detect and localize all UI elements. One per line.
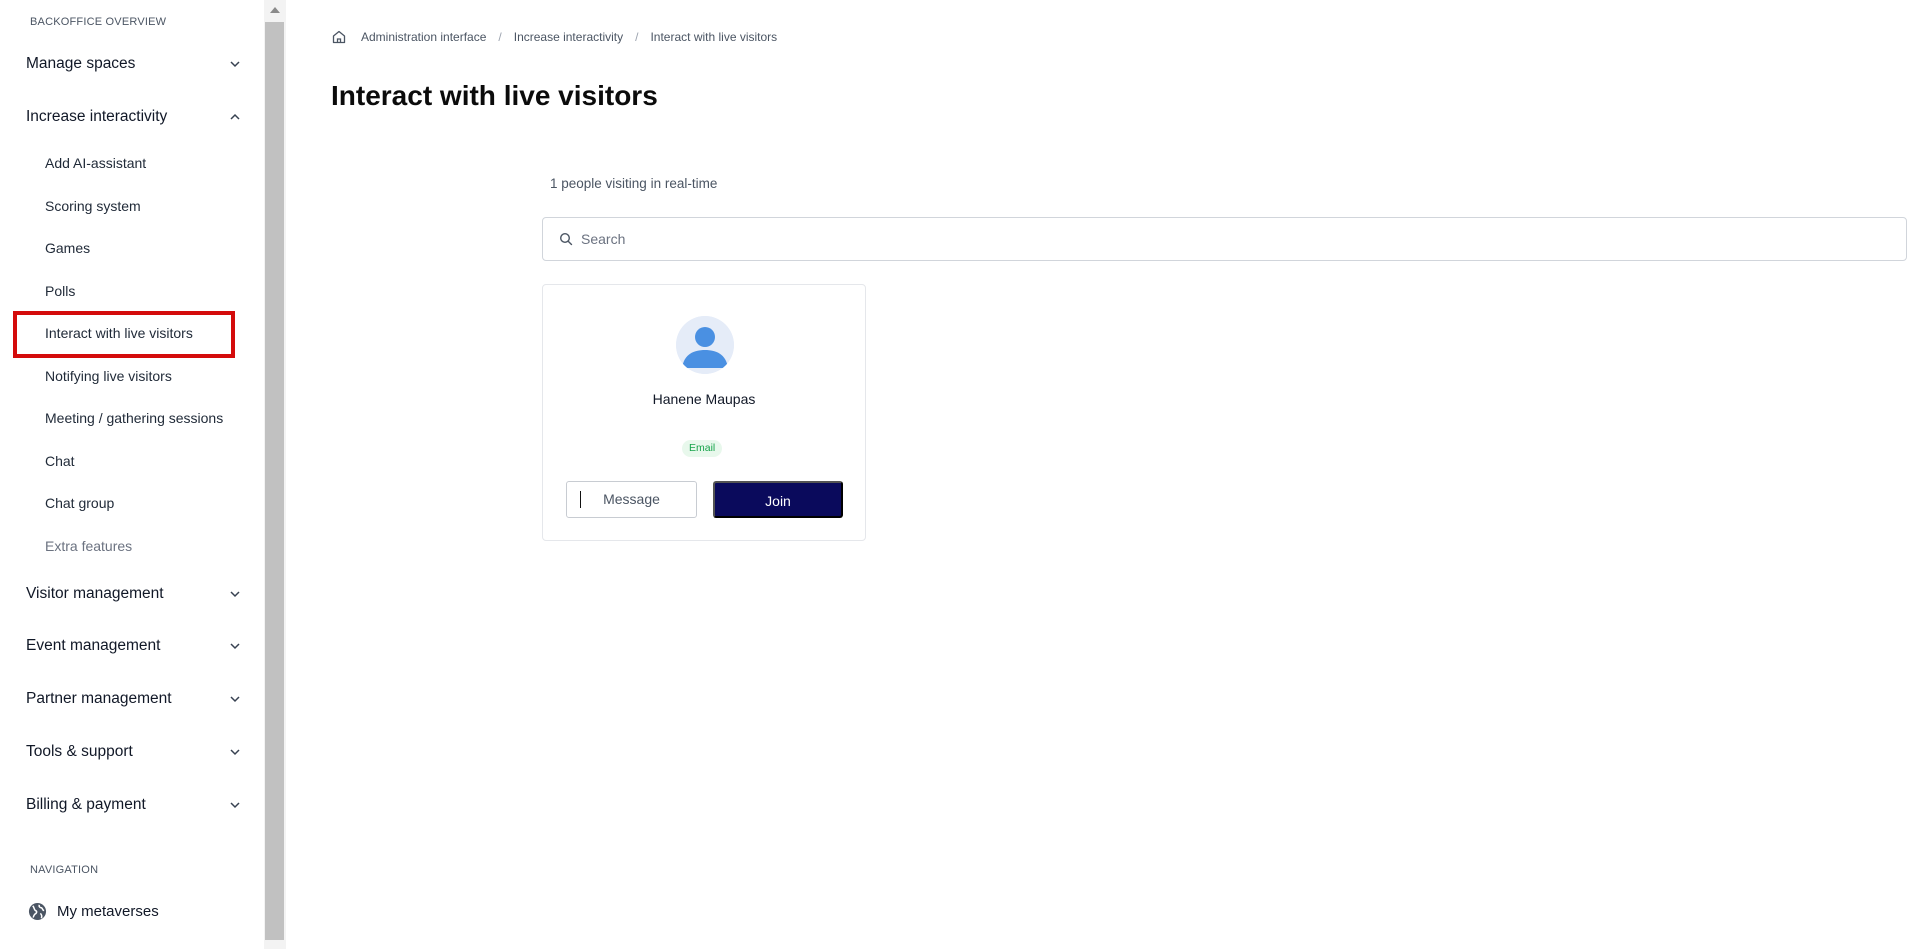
breadcrumb-item-administration-interface[interactable]: Administration interface [361,30,486,44]
text-cursor [580,491,581,508]
email-badge: Email [682,440,723,457]
sidebar-group-label: Partner management [26,690,172,707]
sidebar-group-label: Increase interactivity [26,108,168,125]
scrollbar-thumb[interactable] [265,22,284,940]
visitor-name: Hanene Maupas [652,391,756,407]
nav-item-label: My metaverses [57,903,159,920]
sidebar-item-notifying-live-visitors[interactable]: Notifying live visitors [45,368,172,384]
breadcrumb-separator: / [498,30,502,44]
message-button[interactable]: Message [566,481,697,518]
chevron-down-icon [228,745,242,759]
sidebar: BACKOFFICE OVERVIEW Manage spaces Increa… [0,0,264,949]
sidebar-group-label: Manage spaces [26,55,136,72]
sidebar-item-polls[interactable]: Polls [45,283,75,299]
page-title: Interact with live visitors [331,80,658,111]
breadcrumb: Administration interface / Increase inte… [331,29,777,45]
visiting-count-text: 1 people visiting in real-time [550,176,718,191]
sidebar-item-chat[interactable]: Chat [45,453,75,469]
sidebar-group-label: Tools & support [26,743,133,760]
navigation-title: NAVIGATION [30,864,99,876]
sidebar-item-scoring-system[interactable]: Scoring system [45,198,141,214]
chevron-up-icon [228,110,242,124]
chevron-down-icon [228,798,242,812]
chevron-down-icon [228,57,242,71]
sidebar-item-meeting-gathering-sessions[interactable]: Meeting / gathering sessions [45,410,223,426]
sidebar-group-label: Billing & payment [26,796,146,813]
chevron-down-icon [228,692,242,706]
section-title: BACKOFFICE OVERVIEW [30,16,167,28]
search-input[interactable] [581,231,1906,247]
chevron-down-icon [228,639,242,653]
scroll-up-arrow-icon[interactable] [264,0,286,20]
sidebar-item-games[interactable]: Games [45,240,90,256]
avatar-icon [676,316,734,374]
sidebar-item-interact-with-live-visitors[interactable]: Interact with live visitors [45,325,193,341]
sidebar-group-label: Event management [26,637,161,654]
sidebar-group-partner-management[interactable]: Partner management [26,687,246,711]
breadcrumb-item-current: Interact with live visitors [650,30,778,44]
sidebar-item-chat-group[interactable]: Chat group [45,495,114,511]
join-button[interactable]: Join [713,481,843,518]
search-bar[interactable] [542,217,1907,261]
sidebar-item-extra-features[interactable]: Extra features [45,538,132,554]
globe-icon [28,902,47,921]
search-icon [559,232,573,246]
sidebar-group-increase-interactivity[interactable]: Increase interactivity [26,105,246,129]
sidebar-group-manage-spaces[interactable]: Manage spaces [26,52,246,76]
breadcrumb-separator: / [635,30,639,44]
sidebar-group-event-management[interactable]: Event management [26,634,246,658]
sidebar-scrollbar[interactable] [264,0,286,949]
home-icon[interactable] [331,29,347,45]
chevron-down-icon [228,587,242,601]
breadcrumb-item-increase-interactivity[interactable]: Increase interactivity [514,30,623,44]
nav-item-my-metaverses[interactable]: My metaverses [28,902,159,921]
sidebar-group-label: Visitor management [26,585,164,602]
sidebar-group-tools-support[interactable]: Tools & support [26,740,246,764]
sidebar-group-billing-payment[interactable]: Billing & payment [26,793,246,817]
visitor-card: Hanene Maupas Email Message Join [542,284,866,541]
sidebar-group-visitor-management[interactable]: Visitor management [26,582,246,606]
sidebar-item-add-ai-assistant[interactable]: Add AI-assistant [45,155,146,171]
